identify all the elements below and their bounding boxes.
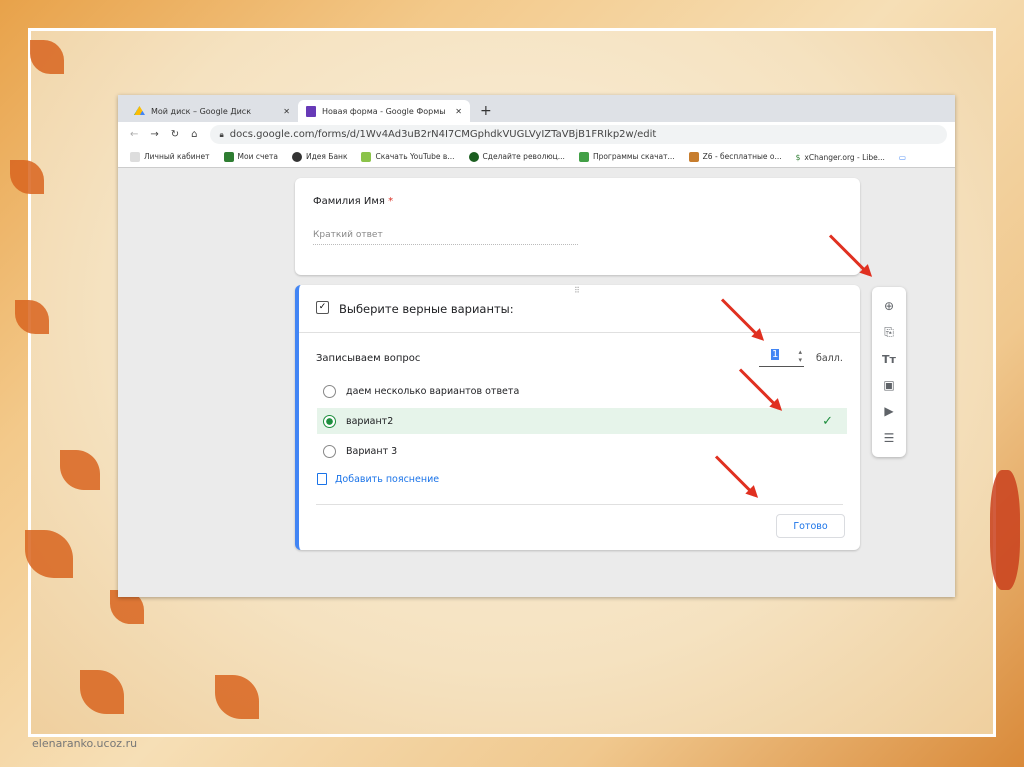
question-card-checkbox[interactable]: ⠿ ✓ Выберите верные варианты: Записываем… [295,285,860,550]
add-section-icon[interactable]: ☰ [884,431,895,445]
short-answer-placeholder: Краткий ответ [313,230,578,245]
close-tab-icon[interactable]: ✕ [455,107,462,116]
required-marker: * [388,196,394,207]
tab-google-forms[interactable]: Новая форма - Google Формы ✕ [298,100,470,122]
leaf-decoration [990,470,1020,590]
question-title: Фамилия Имя [313,196,385,207]
radio-icon[interactable] [323,384,336,398]
add-video-icon[interactable]: ▶ [884,404,893,418]
bookmark[interactable]: Мои счета [223,152,278,162]
bookmark-overflow-icon[interactable]: ▭ [899,153,906,162]
radio-selected-icon[interactable] [323,414,336,428]
lock-icon: 🔒︎ [219,129,224,139]
bookmark[interactable]: Скачать YouTube в... [361,152,455,162]
checkbox-type-icon: ✓ [316,301,329,314]
browser-screenshot: Мой диск – Google Диск ✕ Новая форма - G… [118,95,955,597]
bookmarks-bar: Личный кабинет Мои счета Идея Банк Скача… [118,147,955,168]
google-drive-icon [134,106,145,115]
address-bar-row: ← → ↻ ⌂ 🔒︎ docs.google.com/forms/d/1Wv4A… [118,122,955,147]
points-label: балл. [816,353,843,364]
option-row[interactable]: Вариант 3 [317,438,847,464]
checkmark-icon: ✓ [822,413,833,429]
points-input[interactable]: 1 ▴ ▾ [759,348,804,367]
bookmark[interactable]: $ xChanger.org - Libe... [796,153,885,162]
new-tab-button[interactable]: + [480,103,492,119]
home-icon[interactable]: ⌂ [191,129,197,140]
question-type-label[interactable]: Выберите верные варианты: [339,302,514,316]
question-text[interactable]: Записываем вопрос [316,353,420,364]
feedback-icon [317,473,327,485]
google-forms-icon [306,105,316,117]
url-input[interactable]: 🔒︎ docs.google.com/forms/d/1Wv4Ad3uB2rN4… [209,125,947,144]
bookmark[interactable]: Z6 - бесплатные о... [688,152,782,162]
watermark: elenaranko.ucoz.ru [32,737,138,750]
bookmark[interactable]: Личный кабинет [130,152,210,162]
close-tab-icon[interactable]: ✕ [283,107,290,116]
stepper-icon[interactable]: ▴ ▾ [798,348,802,364]
question-card-name[interactable]: Фамилия Имя * Краткий ответ [295,178,860,275]
add-image-icon[interactable]: ▣ [883,378,894,392]
back-icon[interactable]: ← [130,129,138,140]
add-feedback-link[interactable]: Добавить пояснение [317,473,439,485]
tab-bar: Мой диск – Google Диск ✕ Новая форма - G… [118,95,955,122]
drag-handle-icon[interactable]: ⠿ [574,286,580,295]
forward-icon[interactable]: → [150,129,158,140]
form-toolbar: ⊕ ⎘ Tт ▣ ▶ ☰ [872,287,906,457]
add-title-icon[interactable]: Tт [882,353,896,366]
option-row-correct[interactable]: вариант2 ✓ [317,408,847,434]
bookmark[interactable]: Программы скачат... [578,152,675,162]
import-questions-icon[interactable]: ⎘ [884,325,894,340]
reload-icon[interactable]: ↻ [171,129,179,140]
bookmark[interactable]: Сделайте революц... [468,152,565,162]
done-button[interactable]: Готово [776,514,845,538]
add-question-icon[interactable]: ⊕ [884,299,894,313]
bookmark[interactable]: Идея Банк [292,152,347,162]
tab-google-drive[interactable]: Мой диск – Google Диск ✕ [126,100,298,122]
radio-icon[interactable] [323,444,336,458]
